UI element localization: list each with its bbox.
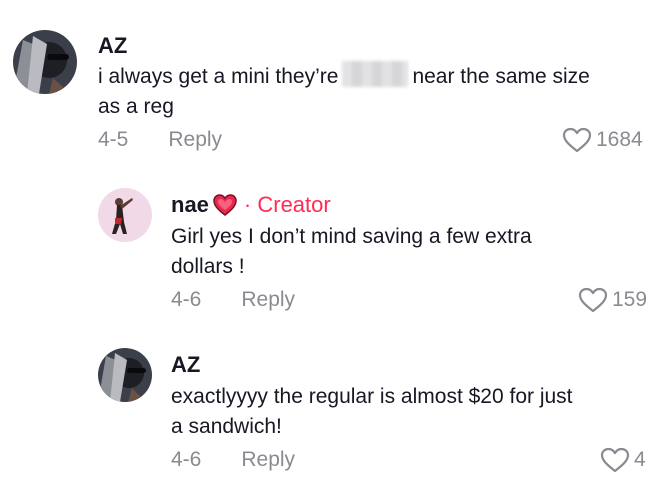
- comment-meta: 4-6 Reply: [171, 448, 295, 472]
- reply-button[interactable]: Reply: [241, 288, 295, 311]
- heart-icon: [562, 127, 592, 153]
- blurred-content: [342, 61, 409, 87]
- comment-text: exactlyyyy the regular is almost $20 for…: [171, 385, 573, 438]
- comment-username[interactable]: AZ: [171, 352, 200, 378]
- avatar[interactable]: [98, 348, 152, 402]
- comment-meta: 4-5 Reply: [98, 128, 222, 152]
- like-count: 1684: [596, 128, 643, 151]
- like-button[interactable]: 159: [578, 287, 647, 313]
- creator-badge: · Creator: [243, 192, 331, 217]
- heart-emoji-icon: [213, 194, 237, 216]
- like-button[interactable]: 1684: [562, 127, 643, 153]
- comment-date: 4-5: [98, 128, 129, 151]
- comment-text: i always get a mini they’re near the same…: [98, 61, 653, 122]
- reply-button[interactable]: Reply: [241, 448, 295, 471]
- avatar[interactable]: [98, 188, 152, 242]
- heart-icon: [600, 447, 630, 473]
- like-count: 4: [634, 448, 646, 471]
- like-count: 159: [612, 288, 648, 311]
- comment-date: 4-6: [171, 288, 202, 311]
- comment-text: Girl yes I don’t mind saving a few extra…: [171, 225, 532, 278]
- avatar[interactable]: [13, 30, 77, 94]
- reply-button[interactable]: Reply: [168, 128, 222, 151]
- comment-username[interactable]: nae · Creator: [171, 192, 331, 218]
- comment-meta: 4-6 Reply: [171, 288, 295, 312]
- heart-icon: [578, 287, 608, 313]
- comment-date: 4-6: [171, 448, 202, 471]
- comment-username[interactable]: AZ: [98, 33, 127, 59]
- like-button[interactable]: 4: [600, 447, 646, 473]
